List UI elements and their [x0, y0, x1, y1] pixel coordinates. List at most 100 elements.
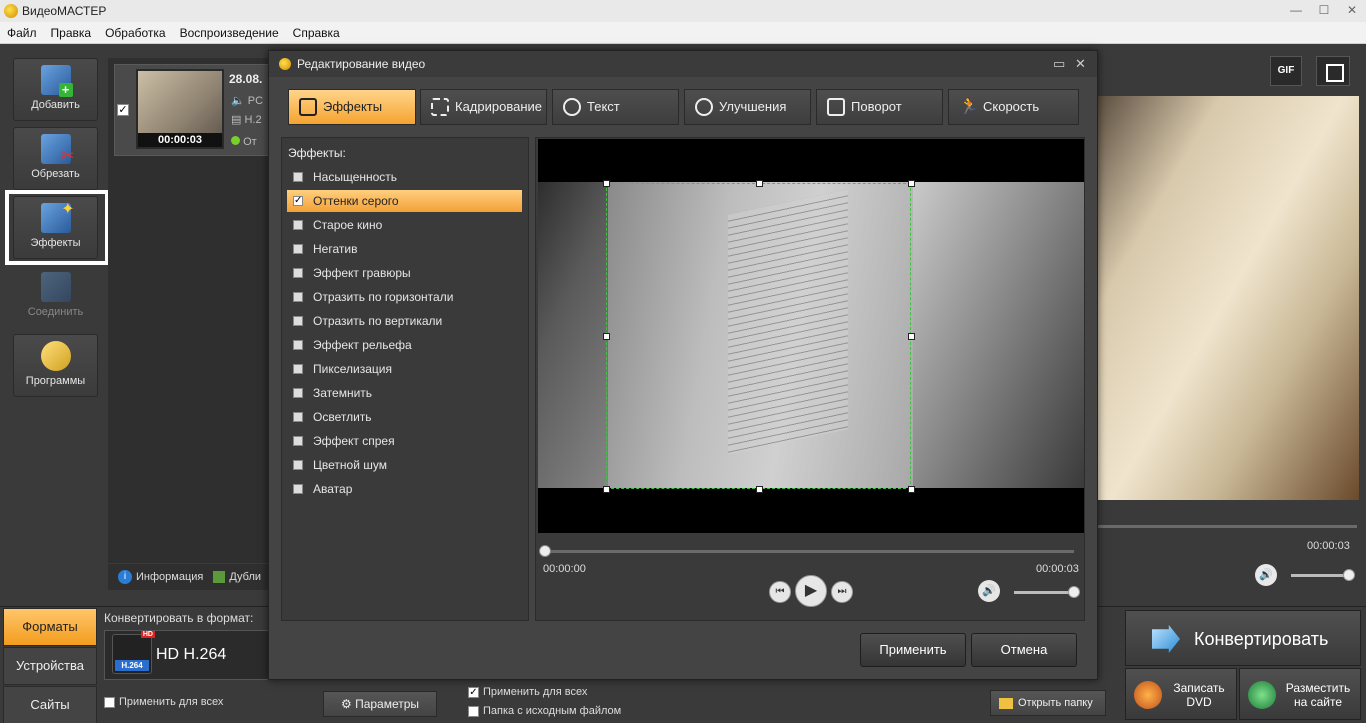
- menu-edit[interactable]: Правка: [44, 26, 99, 40]
- checkbox-icon[interactable]: [293, 244, 303, 254]
- gif-button[interactable]: GIF: [1270, 56, 1302, 86]
- tab-speed[interactable]: 🏃 Скорость: [948, 89, 1079, 125]
- dialog-seekbar-knob[interactable]: [539, 545, 551, 557]
- crop-handle-bl[interactable]: [603, 486, 610, 493]
- effect-item[interactable]: ✓ Оттенки серого: [287, 190, 522, 212]
- crop-handle-tl[interactable]: [603, 180, 610, 187]
- menu-bar: Файл Правка Обработка Воспроизведение Сп…: [0, 22, 1366, 44]
- volume-slider-knob[interactable]: [1343, 569, 1355, 581]
- menu-playback[interactable]: Воспроизведение: [173, 26, 286, 40]
- dialog-volume-slider[interactable]: [1014, 591, 1074, 594]
- effect-item[interactable]: Осветлить: [287, 406, 522, 428]
- maximize-icon[interactable]: ☐: [1310, 0, 1338, 22]
- source-folder-checkbox[interactable]: Папка с исходным файлом: [468, 705, 621, 717]
- dialog-volume-icon[interactable]: 🔊: [978, 580, 1000, 602]
- effect-item[interactable]: Старое кино: [287, 214, 522, 236]
- tab-devices[interactable]: Устройства: [3, 647, 97, 685]
- volume-slider[interactable]: [1291, 574, 1351, 577]
- tab-crop[interactable]: Кадрирование: [420, 89, 547, 125]
- tab-enhance[interactable]: Улучшения: [684, 89, 811, 125]
- checkbox-icon[interactable]: [293, 364, 303, 374]
- app-title: ВидеоМАСТЕР: [22, 4, 107, 18]
- checkbox-icon[interactable]: [293, 172, 303, 182]
- open-folder-button[interactable]: Открыть папку: [990, 690, 1106, 716]
- dialog-maximize-icon[interactable]: ▭: [1053, 51, 1065, 77]
- tab-effects[interactable]: Эффекты: [288, 89, 416, 125]
- cancel-button[interactable]: Отмена: [971, 633, 1077, 667]
- tab-rotate[interactable]: Поворот: [816, 89, 943, 125]
- effect-item[interactable]: Аватар: [287, 478, 522, 500]
- checkbox-icon[interactable]: [293, 460, 303, 470]
- checkbox-icon[interactable]: [293, 412, 303, 422]
- crop-handle-l[interactable]: [603, 333, 610, 340]
- menu-processing[interactable]: Обработка: [98, 26, 173, 40]
- crop-handle-t[interactable]: [756, 180, 763, 187]
- preview-seekbar[interactable]: [1097, 525, 1357, 528]
- checkbox-icon[interactable]: [293, 340, 303, 350]
- effect-item[interactable]: Цветной шум: [287, 454, 522, 476]
- crop-handle-r[interactable]: [908, 333, 915, 340]
- effect-item[interactable]: Эффект спрея: [287, 430, 522, 452]
- checkbox-icon[interactable]: [293, 316, 303, 326]
- checkbox-icon[interactable]: [293, 388, 303, 398]
- dialog-seekbar[interactable]: [546, 550, 1074, 553]
- apply-all-left-checkbox[interactable]: Применить для всех: [104, 696, 223, 708]
- crop-handle-b[interactable]: [756, 486, 763, 493]
- menu-help[interactable]: Справка: [286, 26, 347, 40]
- info-button[interactable]: Информация: [136, 571, 203, 583]
- effects-tab-icon: [299, 98, 317, 116]
- effect-item[interactable]: Отразить по горизонтали: [287, 286, 522, 308]
- parameters-button[interactable]: ⚙ Параметры: [323, 691, 437, 717]
- file-checkbox[interactable]: ✓: [117, 104, 129, 116]
- effect-item[interactable]: Эффект рельефа: [287, 334, 522, 356]
- tab-text[interactable]: Текст: [552, 89, 679, 125]
- tab-formats[interactable]: Форматы: [3, 608, 97, 646]
- info-icon: i: [118, 570, 132, 584]
- crop-handle-br[interactable]: [908, 486, 915, 493]
- dialog-volume-knob[interactable]: [1068, 586, 1080, 598]
- join-button-label: Соединить: [27, 306, 84, 318]
- apply-all-right-checkbox[interactable]: ✓ Применить для всех: [468, 686, 587, 698]
- burn-dvd-button[interactable]: Записать DVD: [1125, 668, 1237, 720]
- effect-item-label: Пикселизация: [313, 362, 392, 376]
- checkbox-icon[interactable]: [293, 484, 303, 494]
- convert-arrow-icon: [1152, 625, 1180, 653]
- file-thumbnail: 00:00:03: [136, 69, 224, 149]
- effect-item[interactable]: Пикселизация: [287, 358, 522, 380]
- crop-selection-box[interactable]: [606, 183, 911, 489]
- upload-site-button[interactable]: Разместить на сайте: [1239, 668, 1361, 720]
- duplicate-button[interactable]: Дубли: [229, 571, 261, 583]
- convert-button[interactable]: Конвертировать: [1125, 610, 1361, 666]
- duplicate-icon: [213, 571, 226, 583]
- checkbox-checked-icon[interactable]: ✓: [293, 196, 303, 206]
- add-button[interactable]: + Добавить: [13, 58, 98, 121]
- play-icon[interactable]: ▶: [795, 575, 827, 607]
- checkbox-icon[interactable]: [293, 436, 303, 446]
- checkbox-icon[interactable]: [293, 220, 303, 230]
- minimize-icon[interactable]: —: [1282, 0, 1310, 22]
- checkbox-icon[interactable]: [293, 268, 303, 278]
- effect-item[interactable]: Затемнить: [287, 382, 522, 404]
- tab-sites[interactable]: Сайты: [3, 686, 97, 723]
- menu-file[interactable]: Файл: [0, 26, 44, 40]
- join-button[interactable]: Соединить: [13, 265, 98, 328]
- effect-item-label: Насыщенность: [313, 170, 398, 184]
- effect-item[interactable]: Отразить по вертикали: [287, 310, 522, 332]
- effect-item-label: Затемнить: [313, 386, 373, 400]
- dialog-title-bar: Редактирование видео ▭ ✕: [269, 51, 1097, 77]
- apply-button[interactable]: Применить: [860, 633, 966, 667]
- close-icon[interactable]: ✕: [1338, 0, 1366, 22]
- effect-item[interactable]: Негатив: [287, 238, 522, 260]
- next-frame-icon[interactable]: ⏭: [831, 581, 853, 603]
- checkbox-icon[interactable]: [293, 292, 303, 302]
- programs-button[interactable]: Программы: [13, 334, 98, 397]
- fullscreen-icon[interactable]: [1316, 56, 1350, 86]
- dialog-close-icon[interactable]: ✕: [1075, 51, 1086, 77]
- effect-item[interactable]: Эффект гравюры: [287, 262, 522, 284]
- prev-frame-icon[interactable]: ⏮: [769, 581, 791, 603]
- crop-handle-tr[interactable]: [908, 180, 915, 187]
- effect-item[interactable]: Насыщенность: [287, 166, 522, 188]
- volume-icon[interactable]: 🔊: [1255, 564, 1277, 586]
- sun-icon: [695, 98, 713, 116]
- trim-button[interactable]: ✂ Обрезать: [13, 127, 98, 190]
